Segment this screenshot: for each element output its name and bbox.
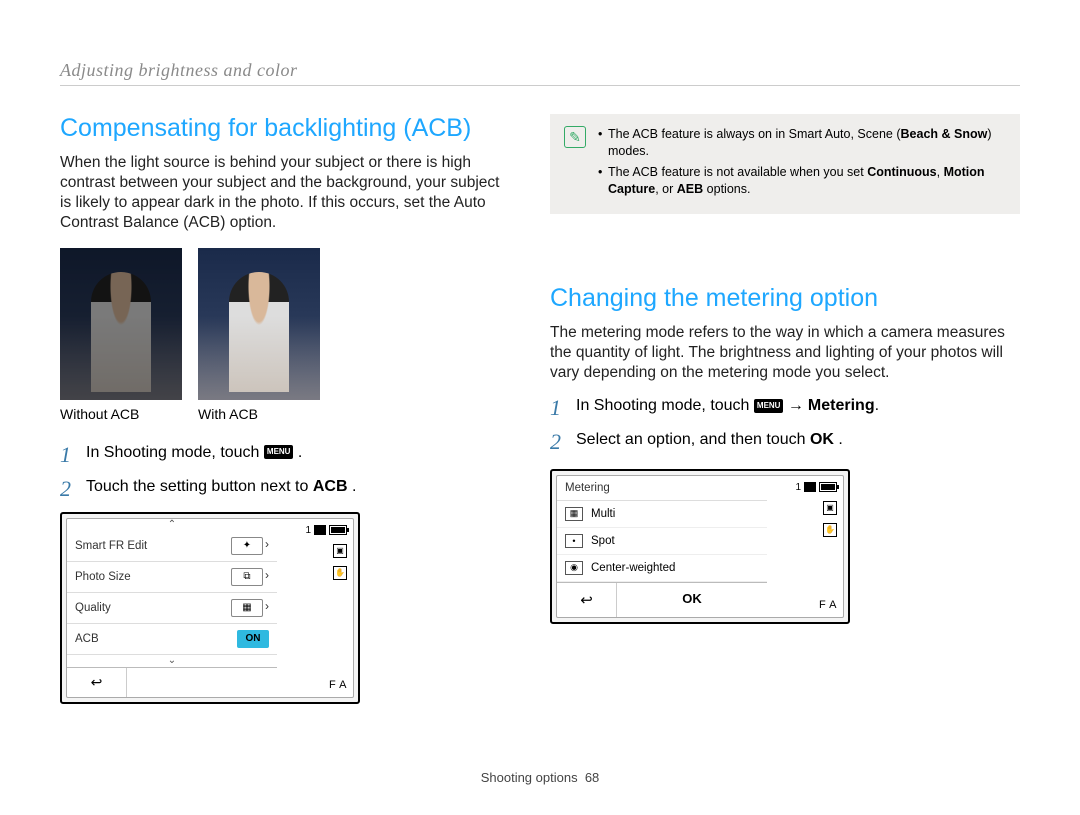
battery-icon (329, 525, 347, 535)
metering-title: Metering (557, 476, 767, 501)
photo-without-acb (60, 248, 182, 400)
content-columns: Compensating for backlighting (ACB) When… (60, 114, 1020, 704)
metering-screen: Metering ▦ Multi • Spot ◉ Center-weighte… (550, 469, 850, 624)
menu-label: Photo Size (75, 571, 131, 583)
arrow-icon: → (788, 397, 808, 414)
metering-steps: 1 In Shooting mode, touch MENU → Meterin… (550, 397, 1020, 453)
page-footer: Shooting options 68 (0, 770, 1080, 785)
photo-with-acb (198, 248, 320, 400)
menu-list: ⌃ Smart FR Edit ✦› Photo Size ⧉› Quality… (67, 519, 277, 697)
option-label: Center-weighted (591, 562, 675, 574)
card-icon (804, 482, 816, 492)
toggle-icon[interactable]: ▦ (231, 599, 263, 617)
metering-step-2: 2 Select an option, and then touch OK . (550, 431, 1020, 453)
status-bar: 1 ▣ ✋ F A (781, 482, 837, 611)
acb-step-1: 1 In Shooting mode, touch MENU . (60, 444, 500, 466)
mode-icon: ▣ (823, 501, 837, 515)
center-weighted-icon: ◉ (565, 561, 583, 575)
option-spot[interactable]: • Spot (557, 528, 767, 555)
back-button[interactable]: ↩ (67, 668, 127, 697)
step-number: 1 (550, 397, 566, 419)
card-icon (314, 525, 326, 535)
spot-icon: • (565, 534, 583, 548)
option-label: Spot (591, 535, 615, 547)
step-text: In Shooting mode, touch (86, 444, 264, 461)
menu-row-smart-fr[interactable]: Smart FR Edit ✦› (67, 531, 277, 562)
caption-without: Without ACB (60, 406, 182, 422)
acb-screen: ⌃ Smart FR Edit ✦› Photo Size ⧉› Quality… (60, 512, 360, 704)
mode-icon: ▣ (333, 544, 347, 558)
scroll-down-icon[interactable]: ⌄ (67, 655, 277, 667)
flash-auto-indicator: F A (329, 679, 347, 691)
step-text: In Shooting mode, touch (576, 397, 754, 414)
metering-heading: Changing the metering option (550, 284, 1020, 313)
note-icon: ✎ (564, 126, 586, 148)
step-text: Touch the setting button next to (86, 478, 313, 495)
note-box: ✎ The ACB feature is always on in Smart … (550, 114, 1020, 214)
menu-icon: MENU (264, 445, 294, 459)
example-photos (60, 248, 500, 400)
menu-row-acb[interactable]: ACB ON (67, 624, 277, 655)
menu-icon: MENU (754, 399, 784, 413)
battery-icon (819, 482, 837, 492)
toggle-icon[interactable]: ⧉ (231, 568, 263, 586)
option-center-weighted[interactable]: ◉ Center-weighted (557, 555, 767, 582)
menu-label: Quality (75, 602, 111, 614)
step-text-end: . (838, 431, 842, 448)
step-number: 2 (550, 431, 566, 453)
note-line-1: The ACB feature is always on in Smart Au… (598, 126, 1006, 160)
step-number: 1 (60, 444, 76, 466)
ois-icon: ✋ (823, 523, 837, 537)
step-text-end: . (298, 444, 302, 461)
step-text: Select an option, and then touch (576, 431, 810, 448)
ok-icon: OK (810, 431, 834, 448)
ok-button[interactable]: OK (617, 583, 767, 617)
ois-icon: ✋ (333, 566, 347, 580)
right-column: ✎ The ACB feature is always on in Smart … (550, 114, 1020, 704)
option-label: Multi (591, 508, 615, 520)
option-multi[interactable]: ▦ Multi (557, 501, 767, 528)
flash-auto-indicator: F A (819, 599, 837, 611)
status-bar: 1 ▣ ✋ F A (291, 525, 347, 691)
multi-icon: ▦ (565, 507, 583, 521)
page-header: Adjusting brightness and color (60, 60, 1020, 81)
footer-section: Shooting options (481, 770, 578, 785)
scroll-up-icon[interactable]: ⌃ (67, 519, 277, 531)
metering-body: The metering mode refers to the way in w… (550, 323, 1020, 383)
menu-row-photo-size[interactable]: Photo Size ⧉› (67, 562, 277, 593)
metering-list: Metering ▦ Multi • Spot ◉ Center-weighte… (557, 476, 767, 617)
step-number: 2 (60, 478, 76, 500)
menu-row-quality[interactable]: Quality ▦› (67, 593, 277, 624)
footer-page: 68 (585, 770, 599, 785)
menu-label: Smart FR Edit (75, 540, 147, 552)
toggle-icon[interactable]: ✦ (231, 537, 263, 555)
acb-toggle-on[interactable]: ON (237, 630, 269, 648)
acb-step-2: 2 Touch the setting button next to ACB . (60, 478, 500, 500)
step-bold: ACB (313, 478, 348, 495)
back-button[interactable]: ↩ (557, 583, 617, 617)
metering-step-1: 1 In Shooting mode, touch MENU → Meterin… (550, 397, 1020, 419)
header-rule (60, 85, 1020, 86)
acb-heading: Compensating for backlighting (ACB) (60, 114, 500, 143)
caption-with: With ACB (198, 406, 320, 422)
step-bold: Metering (808, 397, 875, 414)
acb-steps: 1 In Shooting mode, touch MENU . 2 Touch… (60, 444, 500, 500)
shot-count: 1 (305, 525, 311, 536)
shot-count: 1 (795, 482, 801, 493)
menu-label: ACB (75, 633, 99, 645)
step-text-end: . (352, 478, 356, 495)
left-column: Compensating for backlighting (ACB) When… (60, 114, 500, 704)
note-line-2: The ACB feature is not available when yo… (598, 164, 1006, 198)
photo-captions: Without ACB With ACB (60, 406, 500, 422)
acb-body: When the light source is behind your sub… (60, 153, 500, 234)
